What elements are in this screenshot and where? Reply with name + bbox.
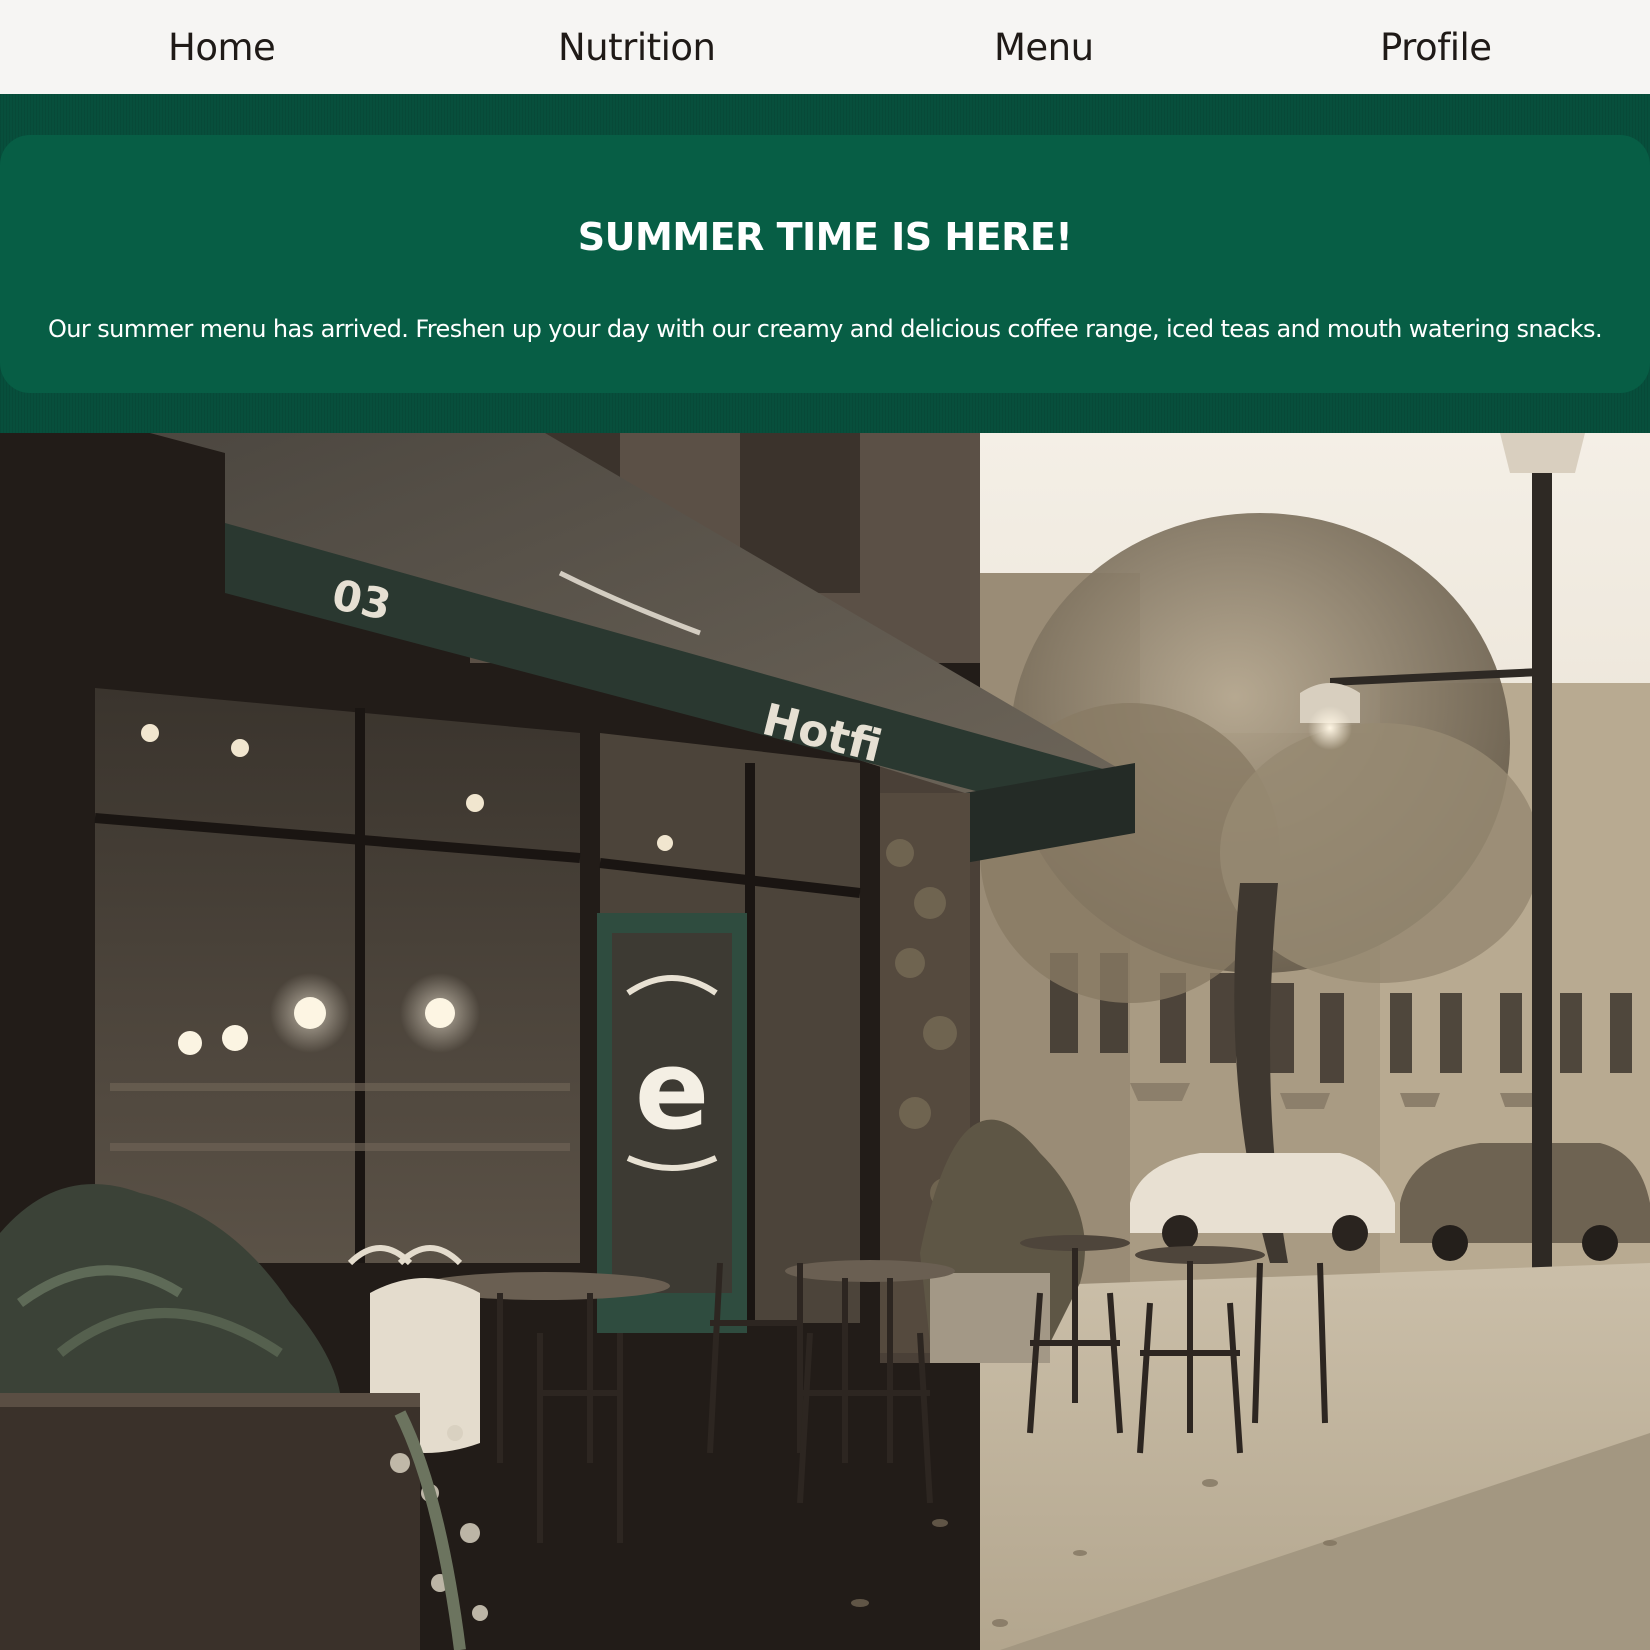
promo-text: Our summer menu has arrived. Freshen up … [48,315,1603,343]
nav-link-nutrition[interactable]: Nutrition [558,0,716,94]
nav-link-menu[interactable]: Menu [994,0,1094,94]
cafe-storefront-illustration: e 03 Hotfi [0,433,1650,1650]
hero-image: e 03 Hotfi [0,433,1650,1650]
door-logo: e [635,1026,710,1154]
nav-link-profile[interactable]: Profile [1380,0,1492,94]
top-navigation: Home Nutrition Menu Profile [0,0,1650,94]
promo-title: SUMMER TIME IS HERE! [577,215,1073,259]
nav-link-home[interactable]: Home [168,0,276,94]
promo-card: SUMMER TIME IS HERE! Our summer menu has… [0,135,1650,393]
promo-section: SUMMER TIME IS HERE! Our summer menu has… [0,94,1650,433]
